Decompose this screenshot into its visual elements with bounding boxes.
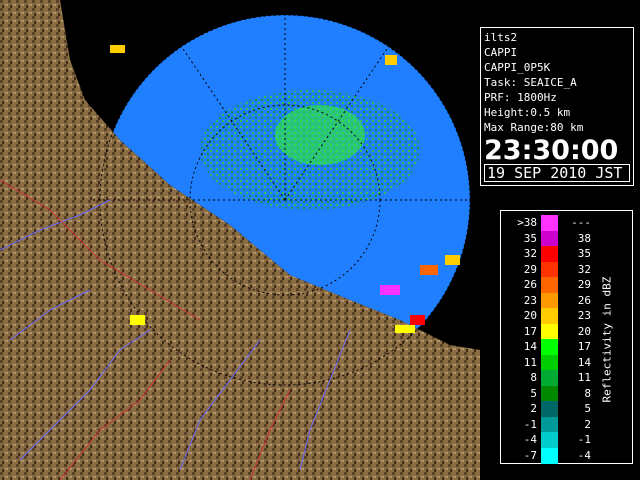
legend-upper-bound: 14 bbox=[577, 355, 591, 369]
max-range-label: Max Range:80 km bbox=[484, 121, 584, 134]
legend-lower-bound: 20 bbox=[523, 309, 537, 322]
legend-lower-bound: 2 bbox=[530, 402, 537, 415]
legend-row: 20 23 bbox=[501, 308, 601, 324]
legend-lower-bound: -1 bbox=[523, 417, 537, 431]
legend-color-swatch bbox=[541, 308, 558, 324]
legend-row: -1 2 bbox=[501, 416, 601, 433]
legend-lower-bound: 17 bbox=[523, 324, 537, 338]
legend-lower-bound: 8 bbox=[530, 371, 537, 384]
task-label: Task: SEAICE_A bbox=[484, 76, 577, 89]
legend-color-swatch bbox=[541, 401, 558, 417]
legend-color-swatch bbox=[541, 230, 558, 247]
legend-row: -4 -1 bbox=[501, 432, 601, 448]
legend-upper-bound: 23 bbox=[577, 309, 591, 322]
legend-color-swatch bbox=[541, 370, 558, 386]
legend-row: 17 20 bbox=[501, 323, 601, 340]
legend-upper-bound: 17 bbox=[577, 340, 591, 353]
legend-upper-bound: 8 bbox=[584, 386, 591, 400]
info-panel: ilts2 CAPPI CAPPI_0P5K Task: SEAICE_A PR… bbox=[480, 27, 634, 186]
legend-row: 14 17 bbox=[501, 339, 601, 355]
legend-lower-bound: 29 bbox=[523, 262, 537, 276]
legend-color-swatch bbox=[541, 447, 558, 464]
legend-lower-bound: 14 bbox=[523, 340, 537, 353]
legend-color-swatch bbox=[541, 246, 558, 262]
legend-color-swatch bbox=[541, 339, 558, 355]
date-display: 19 SEP 2010 JST bbox=[484, 164, 630, 182]
legend-upper-bound: --- bbox=[571, 216, 591, 229]
legend-row: 11 14 bbox=[501, 354, 601, 371]
legend-upper-bound: 38 bbox=[577, 231, 591, 245]
legend-color-swatch bbox=[541, 215, 558, 231]
time-display: 23:30:00 bbox=[484, 135, 619, 166]
legend-upper-bound: 20 bbox=[577, 324, 591, 338]
legend-lower-bound: 5 bbox=[530, 386, 537, 400]
reflectivity-legend: >38 --- 35 38 32 35 29 32 26 29 23 26 20 23 17 20 14 17 11… bbox=[500, 210, 633, 464]
legend-lower-bound: 32 bbox=[523, 247, 537, 260]
legend-upper-bound: 32 bbox=[577, 262, 591, 276]
legend-row: 35 38 bbox=[501, 230, 601, 247]
legend-upper-bound: 11 bbox=[577, 371, 591, 384]
legend-color-swatch bbox=[541, 323, 558, 340]
legend-upper-bound: -1 bbox=[577, 433, 591, 446]
legend-row: 32 35 bbox=[501, 246, 601, 262]
legend-row: 58 bbox=[501, 385, 601, 402]
legend-lower-bound: >38 bbox=[517, 216, 537, 229]
legend-row: 25 bbox=[501, 401, 601, 417]
height-label: Height:0.5 km bbox=[484, 106, 571, 119]
legend-row: 26 29 bbox=[501, 277, 601, 293]
legend-lower-bound: 35 bbox=[523, 231, 537, 245]
legend-color-swatch bbox=[541, 261, 558, 278]
legend-lower-bound: 11 bbox=[523, 355, 537, 369]
legend-upper-bound: 5 bbox=[584, 402, 591, 415]
legend-upper-bound: -4 bbox=[577, 448, 591, 462]
legend-upper-bound: 2 bbox=[584, 417, 591, 431]
product-name: CAPPI bbox=[484, 46, 518, 59]
legend-color-swatch bbox=[541, 292, 558, 309]
radar-map bbox=[0, 0, 480, 480]
legend-lower-bound: -4 bbox=[523, 433, 537, 446]
legend-upper-bound: 35 bbox=[577, 247, 591, 260]
legend-row: 8 11 bbox=[501, 370, 601, 386]
legend-lower-bound: 23 bbox=[523, 293, 537, 307]
prf-label: PRF: 1800Hz bbox=[484, 91, 557, 104]
legend-color-swatch bbox=[541, 432, 558, 448]
station-name: ilts2 bbox=[484, 31, 518, 44]
legend-lower-bound: -7 bbox=[523, 448, 537, 462]
legend-upper-bound: 29 bbox=[577, 278, 591, 291]
legend-row: >38 --- bbox=[501, 215, 601, 231]
legend-color-swatch bbox=[541, 385, 558, 402]
legend-title: Reflectivity in dBZ bbox=[600, 276, 614, 403]
legend-lower-bound: 26 bbox=[523, 278, 537, 291]
legend-color-swatch bbox=[541, 416, 558, 433]
legend-row: 29 32 bbox=[501, 261, 601, 278]
legend-row: 23 26 bbox=[501, 292, 601, 309]
product-id: CAPPI_0P5K bbox=[484, 61, 551, 74]
legend-upper-bound: 26 bbox=[577, 293, 591, 307]
legend-color-swatch bbox=[541, 354, 558, 371]
legend-row: -7 -4 bbox=[501, 447, 601, 464]
legend-color-swatch bbox=[541, 277, 558, 293]
